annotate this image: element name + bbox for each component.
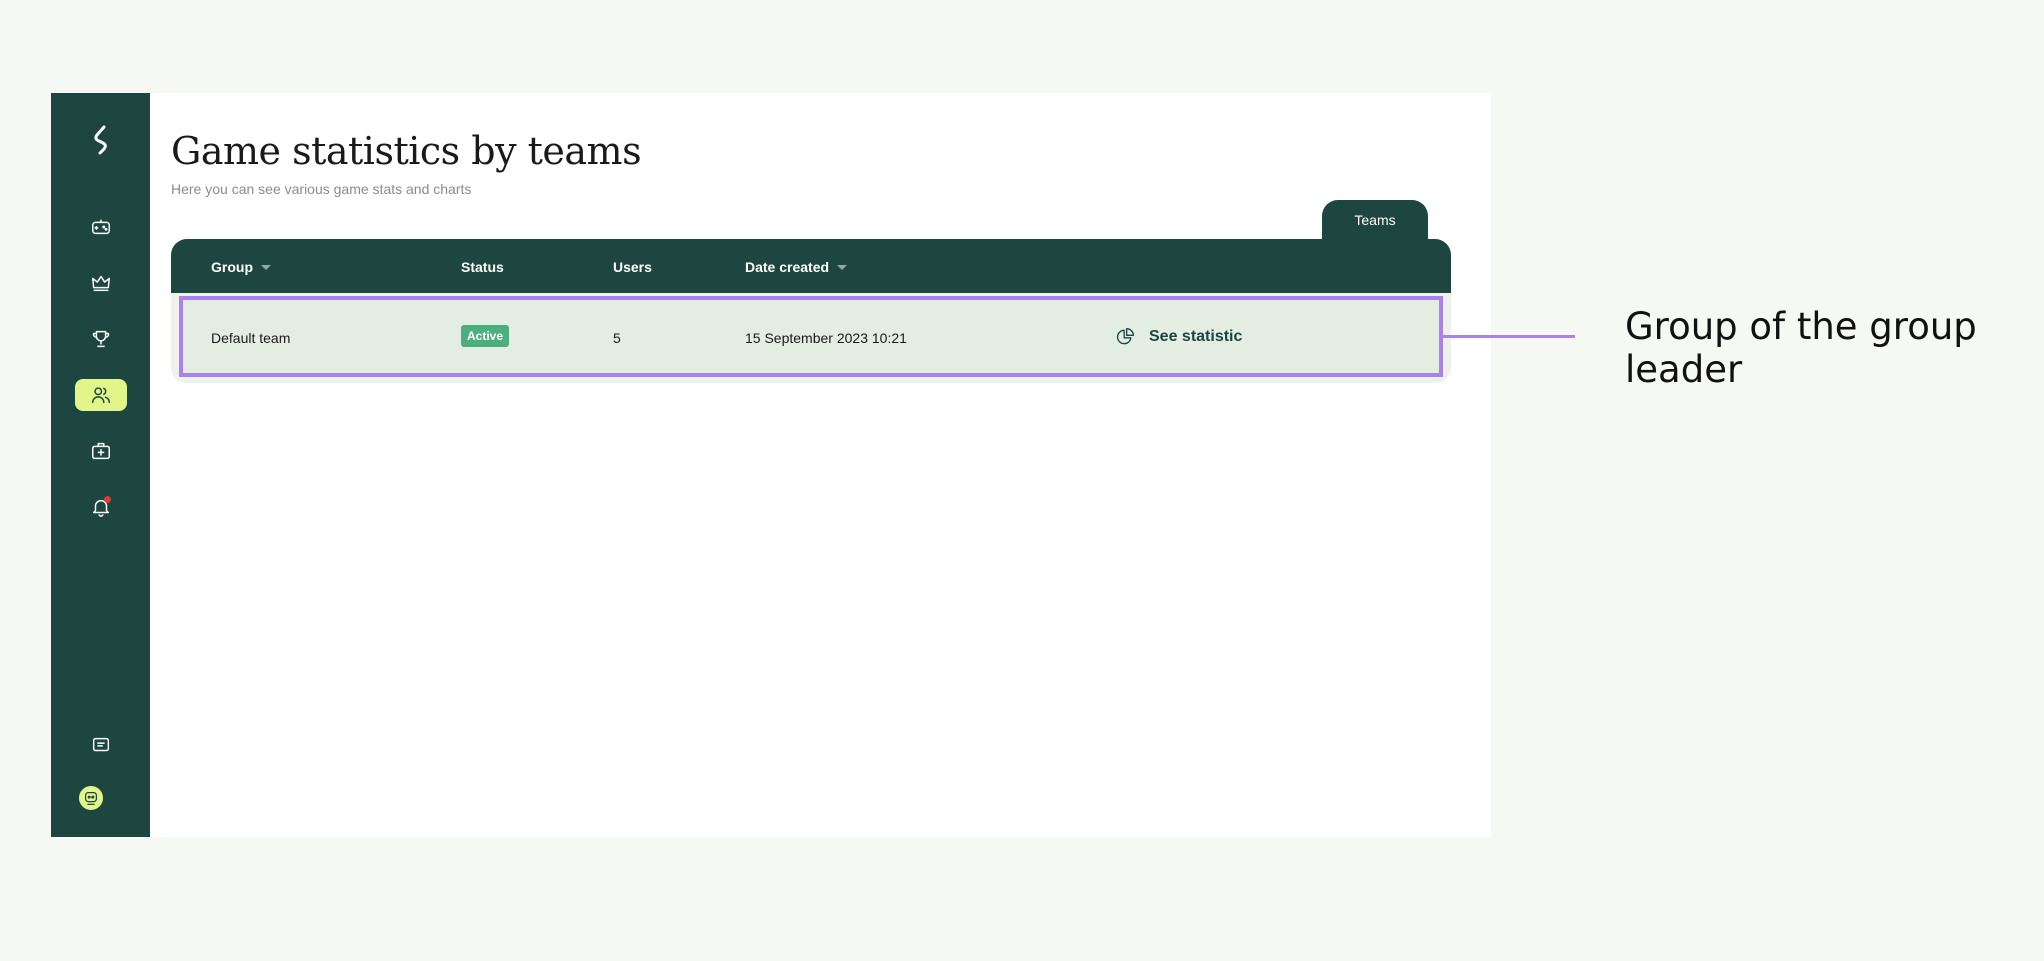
chat-icon bbox=[92, 737, 110, 752]
app-window: Game statistics by teams Here you can se… bbox=[51, 93, 1491, 837]
sort-caret-icon bbox=[837, 264, 848, 270]
status-badge: Active bbox=[461, 325, 510, 347]
cell-users: 5 bbox=[613, 330, 621, 346]
table-header: Group Status Users Date created bbox=[171, 239, 1451, 293]
crown-icon bbox=[92, 275, 110, 292]
column-header-label: Users bbox=[613, 259, 652, 275]
gamepad-icon bbox=[92, 219, 110, 235]
see-statistic-label: See statistic bbox=[1149, 328, 1243, 345]
pie-chart-icon bbox=[1116, 328, 1134, 345]
page-title: Game statistics by teams bbox=[171, 129, 642, 173]
sidebar bbox=[51, 93, 150, 837]
page-subtitle: Here you can see various game stats and … bbox=[171, 181, 472, 197]
tab-teams[interactable]: Teams bbox=[1322, 200, 1428, 240]
medical-bag-icon bbox=[92, 442, 110, 460]
notification-dot bbox=[104, 496, 111, 503]
sidebar-item-trophies[interactable] bbox=[75, 323, 127, 355]
table-row[interactable]: Default team Active 5 15 September 2023 … bbox=[179, 296, 1443, 377]
sidebar-item-kit[interactable] bbox=[75, 435, 127, 467]
sidebar-item-ranking[interactable] bbox=[75, 267, 127, 299]
table-body: Default team Active 5 15 September 2023 … bbox=[171, 293, 1451, 383]
sidebar-item-notifications[interactable] bbox=[75, 491, 127, 523]
column-header-status: Status bbox=[461, 259, 504, 275]
cell-group: Default team bbox=[211, 330, 291, 346]
column-header-label: Group bbox=[211, 259, 253, 275]
users-icon bbox=[92, 387, 110, 404]
avatar-icon bbox=[84, 791, 98, 805]
sort-caret-icon bbox=[261, 264, 271, 270]
callout-connector-line bbox=[1443, 335, 1575, 338]
trophy-icon bbox=[92, 330, 110, 348]
avatar[interactable] bbox=[77, 784, 105, 812]
column-header-date-created[interactable]: Date created bbox=[745, 259, 848, 275]
cell-date-created: 15 September 2023 10:21 bbox=[745, 330, 907, 346]
column-header-group[interactable]: Group bbox=[211, 259, 271, 275]
callout-annotation: Group of the group leader bbox=[1625, 305, 1977, 391]
see-statistic-button[interactable]: See statistic bbox=[1115, 327, 1242, 347]
column-header-users: Users bbox=[613, 259, 652, 275]
sidebar-item-games[interactable] bbox=[75, 211, 127, 243]
column-header-label: Status bbox=[461, 259, 504, 275]
logo-icon[interactable] bbox=[85, 121, 117, 157]
column-header-label: Date created bbox=[745, 259, 830, 275]
sidebar-item-messages[interactable] bbox=[75, 729, 127, 761]
sidebar-item-teams[interactable] bbox=[75, 379, 127, 411]
